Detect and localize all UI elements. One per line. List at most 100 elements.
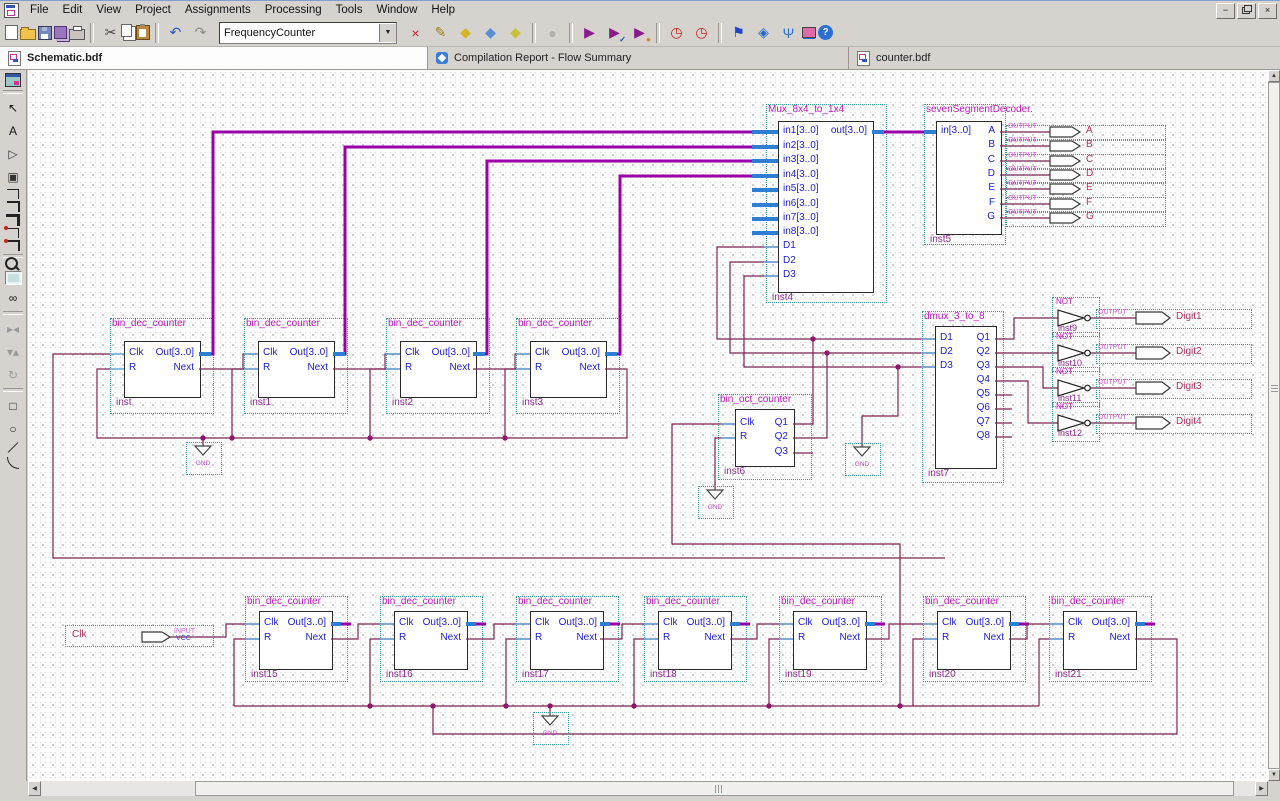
help-button[interactable]: ? [818, 25, 833, 40]
node-highlight-tool-button[interactable] [7, 228, 19, 238]
rectangle-tool-button[interactable]: □ [2, 395, 24, 416]
bus-wire[interactable] [473, 161, 778, 354]
stop-button[interactable]: ● [541, 22, 564, 44]
find-button[interactable]: ∞ [2, 287, 24, 308]
selection-tool-button[interactable]: ↖ [2, 97, 24, 118]
node-wire[interactable] [865, 624, 937, 639]
node-wire[interactable] [97, 369, 627, 438]
schematic-canvas[interactable]: Mux_8x4_to_1x4inst4in1[3..0]in2[3..0]in3… [28, 70, 1268, 781]
timequest-timing-analyzer-button[interactable]: ◷ [665, 22, 688, 44]
menu-help[interactable]: Help [424, 2, 462, 18]
save-button[interactable] [38, 26, 52, 40]
zoom-tool-button[interactable] [5, 257, 18, 270]
horizontal-scrollbar[interactable]: ◀ ▶ [28, 781, 1268, 796]
bus-highlight-tool-button[interactable] [7, 240, 20, 251]
menu-window[interactable]: Window [369, 2, 424, 18]
node-wire[interactable] [473, 354, 530, 369]
node-wire[interactable] [715, 438, 735, 490]
restore-button[interactable] [1237, 3, 1256, 19]
node-wire[interactable] [1009, 624, 1063, 639]
new-file-button[interactable] [5, 25, 18, 40]
node-wire[interactable] [234, 639, 259, 706]
assignment-editor-button[interactable]: ✎ [429, 22, 452, 44]
text-tool-button[interactable]: A [2, 120, 24, 141]
menu-file[interactable]: File [23, 2, 56, 18]
orthogonal-node-tool-button[interactable] [7, 189, 19, 199]
redo-button[interactable]: ↷ [189, 22, 212, 44]
orthogonal-conduit-tool-button[interactable] [6, 214, 20, 226]
node-wire[interactable] [995, 381, 1058, 423]
pin-planner-button[interactable]: Ψ [777, 22, 800, 44]
paste-button[interactable] [136, 25, 150, 40]
node-wire[interactable] [793, 339, 813, 424]
combo-dropdown-arrow[interactable]: ▼ [379, 24, 396, 42]
node-wire[interactable] [600, 624, 658, 639]
node-wire[interactable] [232, 369, 258, 438]
node-wire[interactable] [370, 369, 400, 438]
undo-button[interactable]: ↶ [164, 22, 187, 44]
node-wire[interactable] [717, 247, 935, 339]
copy-button[interactable] [121, 24, 132, 37]
print-button[interactable] [69, 29, 85, 40]
block-tool-button[interactable]: ▣ [2, 166, 24, 187]
save-all-button[interactable] [54, 26, 67, 39]
node-wire[interactable] [505, 369, 530, 438]
scroll-right-arrow[interactable]: ▶ [1255, 781, 1268, 796]
line-tool-button[interactable] [6, 441, 20, 455]
menu-processing[interactable]: Processing [258, 2, 329, 18]
node-wire[interactable] [862, 367, 898, 447]
menu-assignments[interactable]: Assignments [178, 2, 258, 18]
start-analysis-synthesis-button[interactable]: ▶✓ [603, 22, 626, 44]
horizontal-scroll-thumb[interactable] [195, 781, 1234, 796]
assignments-settings-button[interactable]: ◆ [454, 22, 477, 44]
node-wire[interactable] [370, 639, 394, 706]
project-combo[interactable]: FrequencyCounter ▼ [219, 22, 397, 44]
minimize-button[interactable]: − [1216, 3, 1235, 19]
timing-settings-button[interactable]: ◆ [479, 22, 502, 44]
menu-view[interactable]: View [89, 2, 128, 18]
eda-tool-settings-button[interactable]: ◆ [504, 22, 527, 44]
menu-project[interactable]: Project [128, 2, 178, 18]
start-timing-analysis-button[interactable]: ▶● [628, 22, 651, 44]
arc-tool-button[interactable] [7, 457, 19, 469]
schematic-window-button[interactable] [5, 73, 21, 87]
node-wire[interactable] [793, 353, 827, 438]
cut-button[interactable]: ✂ [99, 22, 122, 44]
classic-timing-analyzer-button[interactable]: ◷ [690, 22, 713, 44]
programmer-button[interactable]: ◈ [752, 22, 775, 44]
symbol-tool-button[interactable]: ▷ [2, 143, 24, 164]
full-screen-button[interactable] [5, 271, 22, 285]
bus-wire[interactable] [333, 147, 778, 354]
vertical-scroll-thumb[interactable] [1268, 82, 1280, 769]
node-wire[interactable] [506, 639, 530, 706]
tab-compilation-report[interactable]: Compilation Report - Flow Summary [428, 47, 849, 69]
scroll-down-arrow[interactable]: ▼ [1268, 769, 1280, 781]
ellipse-tool-button[interactable]: ○ [2, 418, 24, 439]
node-wire[interactable] [1039, 639, 1063, 706]
node-wire[interactable] [634, 639, 658, 706]
flip-horizontal-button[interactable]: ▸◂ [2, 318, 24, 339]
node-wire[interactable] [199, 354, 258, 369]
menu-tools[interactable]: Tools [329, 2, 370, 18]
scroll-up-arrow[interactable]: ▲ [1268, 70, 1280, 82]
vertical-scrollbar[interactable]: ▲ ▼ [1268, 70, 1280, 781]
node-wire[interactable] [913, 639, 937, 706]
scroll-left-arrow[interactable]: ◀ [28, 781, 41, 796]
node-wire[interactable] [466, 624, 530, 639]
node-wire[interactable] [333, 354, 400, 369]
start-compilation-button[interactable]: ▶ [578, 22, 601, 44]
tab-counter-bdf[interactable]: counter.bdf [849, 47, 1280, 69]
flip-vertical-button[interactable]: ▾▴ [2, 341, 24, 362]
open-file-button[interactable] [20, 29, 36, 40]
node-wire[interactable] [331, 624, 394, 639]
node-wire[interactable] [995, 318, 1058, 339]
menu-edit[interactable]: Edit [56, 2, 90, 18]
bus-wire[interactable] [605, 176, 778, 354]
signaltap-analyzer-button[interactable]: ⚑ [727, 22, 750, 44]
node-wire[interactable] [995, 367, 1058, 388]
sopc-builder-button[interactable] [802, 27, 816, 38]
node-wire[interactable] [769, 639, 793, 706]
close-button[interactable]: × [1258, 3, 1277, 19]
stop-processing-button[interactable]: × [404, 22, 427, 44]
rotate-90-button[interactable]: ↻ [2, 364, 24, 385]
